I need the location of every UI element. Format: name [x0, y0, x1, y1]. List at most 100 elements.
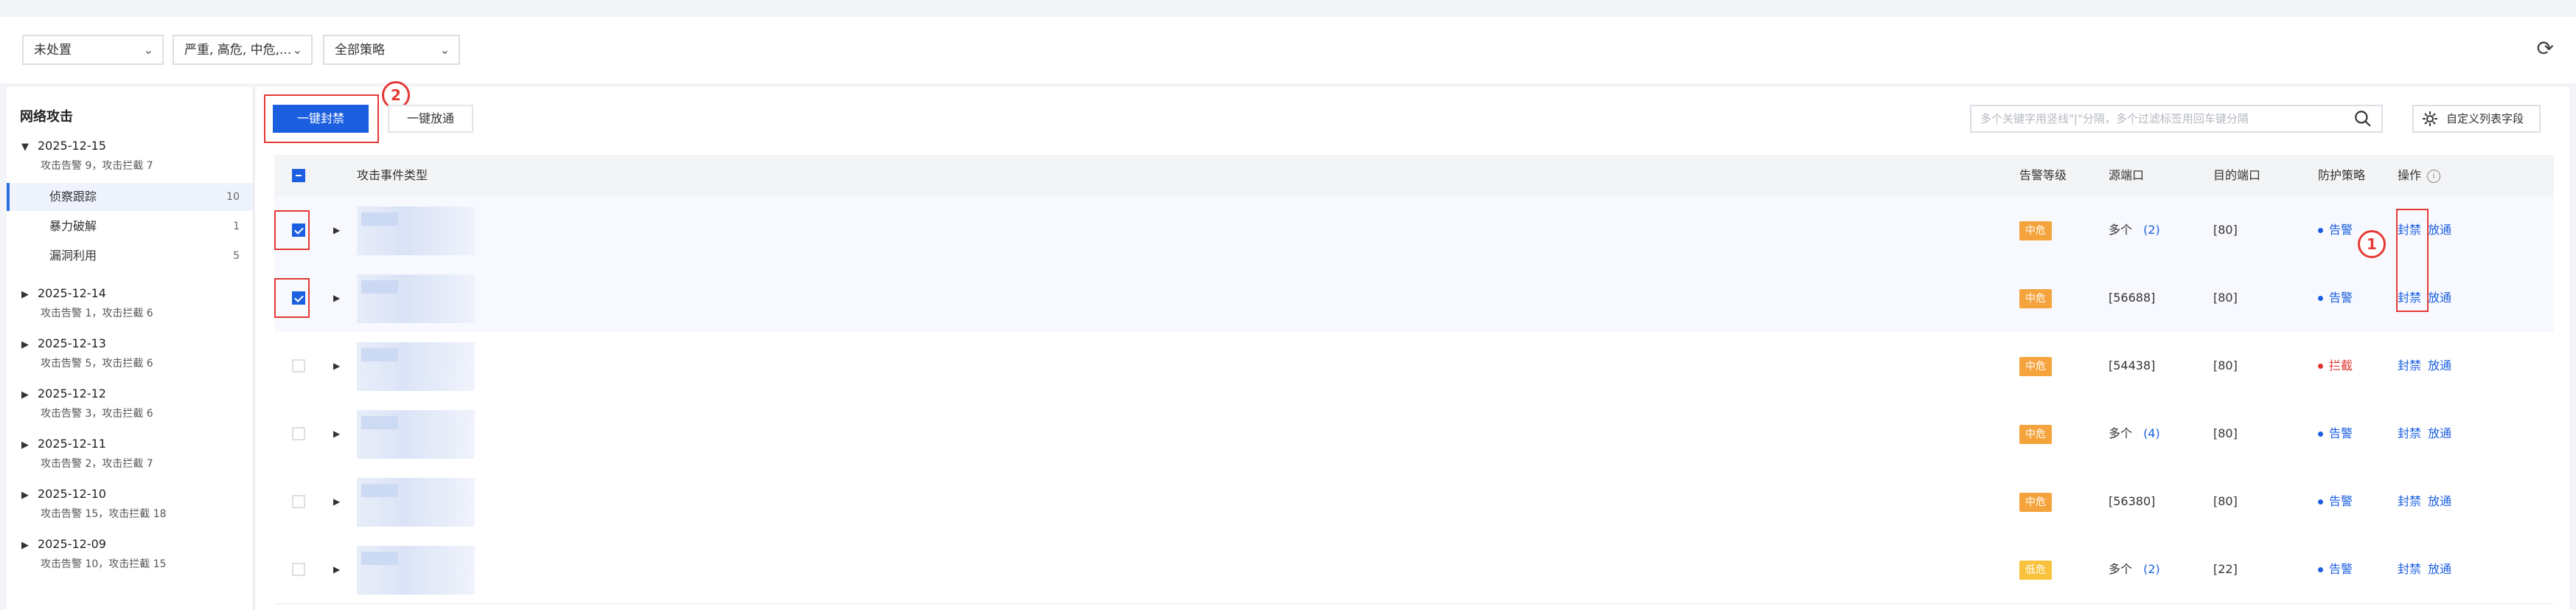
- status-filter-value: 未处置: [34, 43, 72, 58]
- src-port-count-link[interactable]: (2): [2143, 562, 2160, 576]
- table-row: ▶ 中危 多个 (4) [80] 告警 封禁 放通: [274, 400, 2554, 468]
- date-item-2025-12-14[interactable]: ▶ 2025-12-14: [21, 286, 106, 300]
- col-alert-level: 告警等级: [2019, 168, 2067, 182]
- src-port-cell: [56688]: [2109, 291, 2156, 305]
- allow-link[interactable]: 放通: [2428, 426, 2451, 440]
- custom-columns-button[interactable]: 自定义列表字段: [2412, 105, 2541, 133]
- date-item-2025-12-11[interactable]: ▶ 2025-12-11: [21, 437, 106, 451]
- allow-link[interactable]: 放通: [2428, 494, 2451, 508]
- src-port-count-link[interactable]: (4): [2143, 426, 2160, 440]
- policy-cell: 告警: [2318, 468, 2353, 536]
- date-item-2025-12-09[interactable]: ▶ 2025-12-09: [21, 537, 106, 551]
- info-icon[interactable]: i: [2427, 169, 2441, 183]
- refresh-icon[interactable]: ⟳: [2537, 38, 2554, 60]
- allow-link[interactable]: 放通: [2428, 291, 2451, 305]
- ops-cell: 封禁 放通: [2398, 536, 2451, 603]
- redacted-event-name: [357, 274, 475, 323]
- redacted-event-name: [357, 410, 475, 459]
- policy-cell: 拦截: [2318, 332, 2353, 400]
- table-row: ▶ 中危 多个 (2) [80] 告警 封禁 放通: [274, 196, 2554, 265]
- search-input[interactable]: 多个关键字用竖线"|"分隔，多个过滤标签用回车键分隔: [1970, 105, 2383, 133]
- allow-link[interactable]: 放通: [2428, 223, 2451, 237]
- policy-cell: 告警: [2318, 264, 2353, 332]
- row-checkbox[interactable]: [292, 563, 305, 576]
- search-placeholder: 多个关键字用竖线"|"分隔，多个过滤标签用回车键分隔: [1980, 112, 2249, 125]
- allow-all-button[interactable]: 一键放通: [388, 105, 473, 133]
- expand-icon[interactable]: ▶: [333, 196, 340, 264]
- level-badge: 中危: [2019, 357, 2052, 376]
- status-dot: [2318, 296, 2323, 301]
- date-stats: 攻击告警 9，攻击拦截 7: [41, 160, 153, 172]
- table-row: ▶ 中危 [56380] [80] 告警 封禁 放通: [274, 468, 2554, 536]
- filter-bar: 未处置 ⌄ 严重, 高危, 中危,... ⌄ 全部策略 ⌄ ⟳: [0, 17, 2576, 83]
- policy-cell: 告警: [2318, 536, 2353, 603]
- block-link[interactable]: 封禁: [2398, 358, 2421, 372]
- row-checkbox[interactable]: [292, 359, 305, 372]
- expand-icon[interactable]: ▶: [333, 264, 340, 332]
- src-port-cell: 多个 (4): [2109, 426, 2160, 440]
- allow-link[interactable]: 放通: [2428, 562, 2451, 576]
- policy-filter-value: 全部策略: [335, 43, 385, 58]
- caret-right-icon: ▶: [21, 440, 29, 451]
- level-badge: 中危: [2019, 289, 2052, 308]
- date-item-2025-12-10[interactable]: ▶ 2025-12-10: [21, 487, 106, 501]
- status-dot: [2318, 499, 2323, 505]
- level-filter-dropdown[interactable]: 严重, 高危, 中危,... ⌄: [173, 35, 313, 65]
- row-checkbox[interactable]: [292, 427, 305, 440]
- level-badge: 中危: [2019, 493, 2052, 512]
- category-item-bruteforce[interactable]: 暴力破解 1: [7, 212, 253, 240]
- expand-icon[interactable]: ▶: [333, 468, 340, 536]
- annotation-box: [2396, 209, 2429, 312]
- custom-columns-label: 自定义列表字段: [2446, 112, 2524, 125]
- caret-right-icon: ▶: [21, 490, 29, 501]
- chevron-down-icon: ⌄: [143, 43, 153, 57]
- caret-right-icon: ▶: [21, 389, 29, 401]
- src-port-cell: 多个 (2): [2109, 562, 2160, 576]
- status-dot: [2318, 364, 2323, 369]
- ops-cell: 封禁 放通: [2398, 400, 2451, 468]
- category-item-recon[interactable]: 侦察跟踪 10: [7, 183, 253, 211]
- caret-right-icon: ▶: [21, 339, 29, 350]
- date-item-2025-12-13[interactable]: ▶ 2025-12-13: [21, 336, 106, 350]
- ops-cell: 封禁 放通: [2398, 468, 2451, 536]
- level-filter-value: 严重, 高危, 中危,...: [184, 43, 292, 58]
- expand-icon[interactable]: ▶: [333, 332, 340, 400]
- policy-cell: 告警: [2318, 400, 2353, 468]
- select-all-checkbox[interactable]: [292, 169, 305, 182]
- main-panel: 一键封禁 2 一键放通 多个关键字用竖线"|"分隔，多个过滤标签用回车键分隔 自…: [255, 81, 2569, 610]
- expand-icon[interactable]: ▶: [333, 400, 340, 468]
- allow-link[interactable]: 放通: [2428, 358, 2451, 372]
- status-filter-dropdown[interactable]: 未处置 ⌄: [22, 35, 164, 65]
- date-item-2025-12-12[interactable]: ▶ 2025-12-12: [21, 387, 106, 401]
- src-port-cell: [54438]: [2109, 358, 2156, 372]
- date-stats: 攻击告警 1，攻击拦截 6: [41, 308, 153, 319]
- src-port-count-link[interactable]: (2): [2143, 223, 2160, 237]
- dst-port-cell: [22]: [2213, 562, 2238, 576]
- redacted-event-name: [357, 342, 475, 391]
- date-stats: 攻击告警 15，攻击拦截 18: [41, 508, 167, 520]
- redacted-event-name: [357, 207, 475, 255]
- annotation-marker-1: 1: [2358, 230, 2386, 258]
- status-dot: [2318, 567, 2323, 572]
- category-item-exploit[interactable]: 漏洞利用 5: [7, 242, 253, 270]
- annotation-box: [274, 278, 310, 318]
- block-link[interactable]: 封禁: [2398, 562, 2421, 576]
- gear-icon: [2423, 111, 2437, 126]
- date-stats: 攻击告警 3，攻击拦截 6: [41, 408, 153, 420]
- date-stats: 攻击告警 2，攻击拦截 7: [41, 458, 153, 470]
- status-dot: [2318, 228, 2323, 233]
- policy-filter-dropdown[interactable]: 全部策略 ⌄: [323, 35, 460, 65]
- redacted-event-name: [357, 546, 475, 595]
- search-icon[interactable]: [2353, 109, 2373, 128]
- date-stats: 攻击告警 5，攻击拦截 6: [41, 358, 153, 370]
- status-dot: [2318, 431, 2323, 437]
- level-badge: 中危: [2019, 221, 2052, 240]
- table-row: ▶ 低危 多个 (2) [22] 告警 封禁 放通: [274, 536, 2554, 604]
- date-item-2025-12-15[interactable]: ▼ 2025-12-15: [21, 139, 106, 153]
- table-row: ▶ 中危 [56688] [80] 告警 封禁 放通: [274, 264, 2554, 333]
- block-link[interactable]: 封禁: [2398, 426, 2421, 440]
- row-checkbox[interactable]: [292, 495, 305, 508]
- expand-icon[interactable]: ▶: [333, 536, 340, 603]
- block-link[interactable]: 封禁: [2398, 494, 2421, 508]
- policy-cell: 告警: [2318, 196, 2353, 264]
